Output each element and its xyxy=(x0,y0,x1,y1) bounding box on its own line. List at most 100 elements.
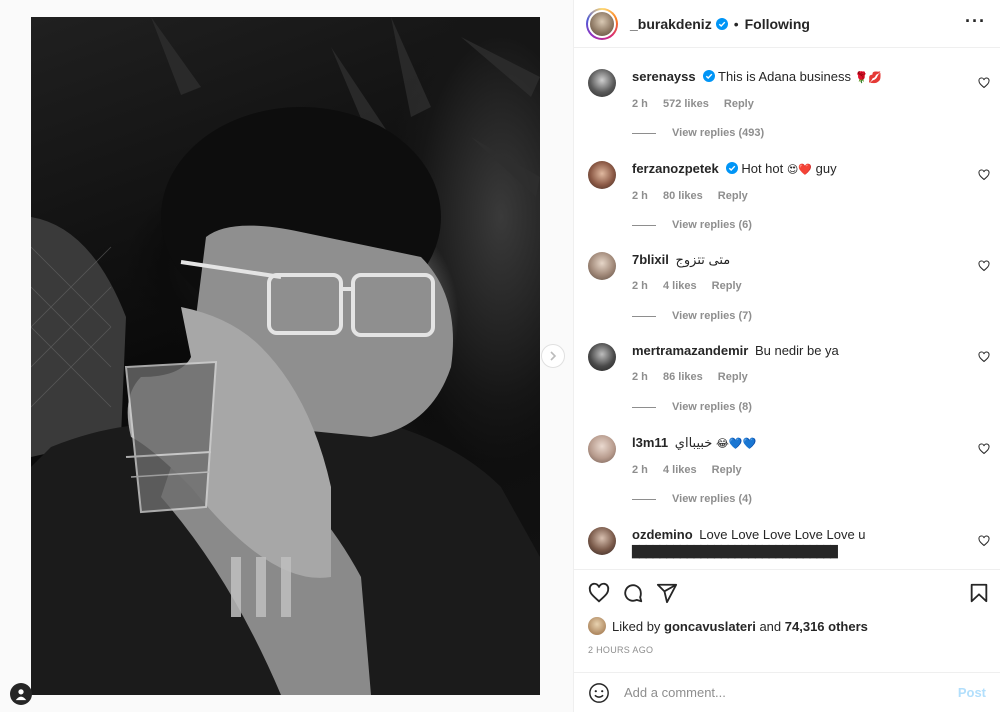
post-header: _burakdeniz • Following ··· xyxy=(574,0,1000,48)
commenter-avatar[interactable] xyxy=(588,252,616,280)
view-replies-label: View replies (493) xyxy=(672,127,765,139)
like-comment-heart-icon[interactable] xyxy=(978,77,990,89)
reply-button[interactable]: Reply xyxy=(712,280,742,292)
view-replies-button[interactable]: View replies (8) xyxy=(632,401,752,413)
comment-likes[interactable]: 80 likes xyxy=(663,190,703,202)
comment-text: خبيبااي xyxy=(674,435,713,450)
commenter-avatar[interactable] xyxy=(588,69,616,97)
comment-body: ozdemino Love Love Love Love Love u ▇▇▇▇… xyxy=(632,527,954,560)
add-comment-input[interactable]: Add a comment... xyxy=(624,685,958,700)
comment-username[interactable]: 7blixil xyxy=(632,252,669,267)
comment-body: l3m11 خبيبااي 😂💙💙 2 h 4 likes Reply xyxy=(632,435,954,478)
likes-and: and xyxy=(759,618,782,634)
liker-username[interactable]: goncavuslateri xyxy=(664,619,756,634)
share-paper-plane-icon[interactable] xyxy=(656,582,678,604)
comment-meta: 2 h 86 likes Reply xyxy=(632,369,954,385)
save-bookmark-icon[interactable] xyxy=(968,582,990,604)
comment-time: 2 h xyxy=(632,371,648,383)
photo-illustration xyxy=(31,17,540,695)
replies-divider xyxy=(632,224,656,226)
post-actions xyxy=(574,569,1000,615)
view-replies-button[interactable]: View replies (4) xyxy=(632,493,752,505)
view-replies-label: View replies (4) xyxy=(672,493,752,505)
reply-button[interactable]: Reply xyxy=(718,371,748,383)
like-comment-heart-icon[interactable] xyxy=(978,260,990,272)
comment-body: mertramazandemir Bu nedir be ya 2 h 86 l… xyxy=(632,343,954,385)
replies-divider xyxy=(632,132,656,134)
media-panel xyxy=(0,0,573,712)
replies-divider xyxy=(632,315,656,317)
comment-meta: 2 h 80 likes Reply xyxy=(632,188,954,204)
comment-meta: 2 h 4 likes Reply xyxy=(632,278,954,294)
commenter-avatar[interactable] xyxy=(588,527,616,555)
verified-badge-icon xyxy=(702,70,715,82)
comment-likes[interactable]: 4 likes xyxy=(663,464,697,476)
next-image-button[interactable] xyxy=(541,344,565,368)
comments-list: serenayss This is Adana business 🌹💋 2 h … xyxy=(574,49,1000,569)
likes-others-link[interactable]: 74,316 others xyxy=(785,619,868,634)
header-separator: • xyxy=(733,15,739,32)
commenter-avatar[interactable] xyxy=(588,435,616,463)
following-button[interactable]: Following xyxy=(745,16,810,32)
comment-body: 7blixil متى تتزوج 2 h 4 likes Reply xyxy=(632,252,954,294)
comment-likes[interactable]: 86 likes xyxy=(663,371,703,383)
author-username[interactable]: _burakdeniz xyxy=(630,16,712,32)
comment-username[interactable]: mertramazandemir xyxy=(632,343,748,358)
comment-time: 2 h xyxy=(632,98,648,110)
like-comment-heart-icon[interactable] xyxy=(978,535,990,547)
comment-username[interactable]: l3m11 xyxy=(632,435,668,450)
like-comment-heart-icon[interactable] xyxy=(978,443,990,455)
comment-likes[interactable]: 572 likes xyxy=(663,98,709,110)
comment-text: Love Love Love Love Love u xyxy=(699,527,866,542)
like-comment-heart-icon[interactable] xyxy=(978,351,990,363)
reply-button[interactable]: Reply xyxy=(724,98,754,110)
liker-avatar[interactable] xyxy=(588,617,606,635)
comment-text: متى تتزوج xyxy=(675,252,731,267)
comment-text: Hot hot xyxy=(741,161,784,176)
view-replies-button[interactable]: View replies (6) xyxy=(632,219,752,231)
comment-text-suffix: guy xyxy=(815,161,837,176)
like-comment-heart-icon[interactable] xyxy=(978,169,990,181)
chevron-right-icon xyxy=(550,351,557,361)
add-comment-bar: Add a comment... Post xyxy=(574,672,1000,712)
comment-username[interactable]: ozdemino xyxy=(632,527,693,542)
comment-block-glyphs: ▇▇▇▇▇▇▇▇▇▇▇▇▇▇▇▇▇▇▇▇▇▇▇▇▇▇▇▇▇▇ xyxy=(632,544,838,559)
comment-text: This is Adana business xyxy=(718,69,851,84)
comment-body: serenayss This is Adana business 🌹💋 2 h … xyxy=(632,69,954,112)
post-comment-button[interactable]: Post xyxy=(958,685,986,700)
commenter-avatar[interactable] xyxy=(588,161,616,189)
post-photo[interactable] xyxy=(31,17,540,695)
comment-username[interactable]: ferzanozpetek xyxy=(632,161,719,176)
comment-time: 2 h xyxy=(632,190,648,202)
likes-prefix: Liked by xyxy=(612,618,661,634)
comment-emoji: 😂💙💙 xyxy=(715,437,757,450)
comment-username[interactable]: serenayss xyxy=(632,69,696,84)
comment-body: ferzanozpetek Hot hot 😍❤️ guy 2 h 80 lik… xyxy=(632,161,954,204)
like-heart-icon[interactable] xyxy=(588,582,610,604)
view-replies-button[interactable]: View replies (493) xyxy=(632,127,764,139)
reply-button[interactable]: Reply xyxy=(712,464,742,476)
post-timestamp: 2 HOURS AGO xyxy=(588,645,654,655)
comment-bubble-icon[interactable] xyxy=(622,582,644,604)
reply-button[interactable]: Reply xyxy=(718,190,748,202)
more-options-icon[interactable]: ··· xyxy=(965,12,986,32)
emoji-smiley-icon[interactable] xyxy=(588,682,610,704)
comment-likes[interactable]: 4 likes xyxy=(663,280,697,292)
verified-badge-icon xyxy=(715,17,728,30)
comment-meta: 2 h 572 likes Reply xyxy=(632,96,954,112)
comment-text: Bu nedir be ya xyxy=(754,343,839,358)
view-replies-button[interactable]: View replies (7) xyxy=(632,310,752,322)
commenter-avatar[interactable] xyxy=(588,343,616,371)
author-avatar[interactable] xyxy=(586,7,618,40)
likes-summary: Liked by goncavuslateri and 74,316 other… xyxy=(588,617,868,635)
view-replies-label: View replies (6) xyxy=(672,219,752,231)
comment-emoji: 😍❤️ xyxy=(786,163,813,176)
replies-divider xyxy=(632,498,656,500)
comment-meta: 2 h 4 likes Reply xyxy=(632,462,954,478)
tagged-user-icon[interactable] xyxy=(10,683,32,705)
post-side-panel: _burakdeniz • Following ··· serenayss Th… xyxy=(573,0,1000,712)
view-replies-label: View replies (7) xyxy=(672,310,752,322)
comment-emoji: 🌹💋 xyxy=(854,71,883,84)
view-replies-label: View replies (8) xyxy=(672,401,752,413)
verified-badge-icon xyxy=(725,162,738,174)
